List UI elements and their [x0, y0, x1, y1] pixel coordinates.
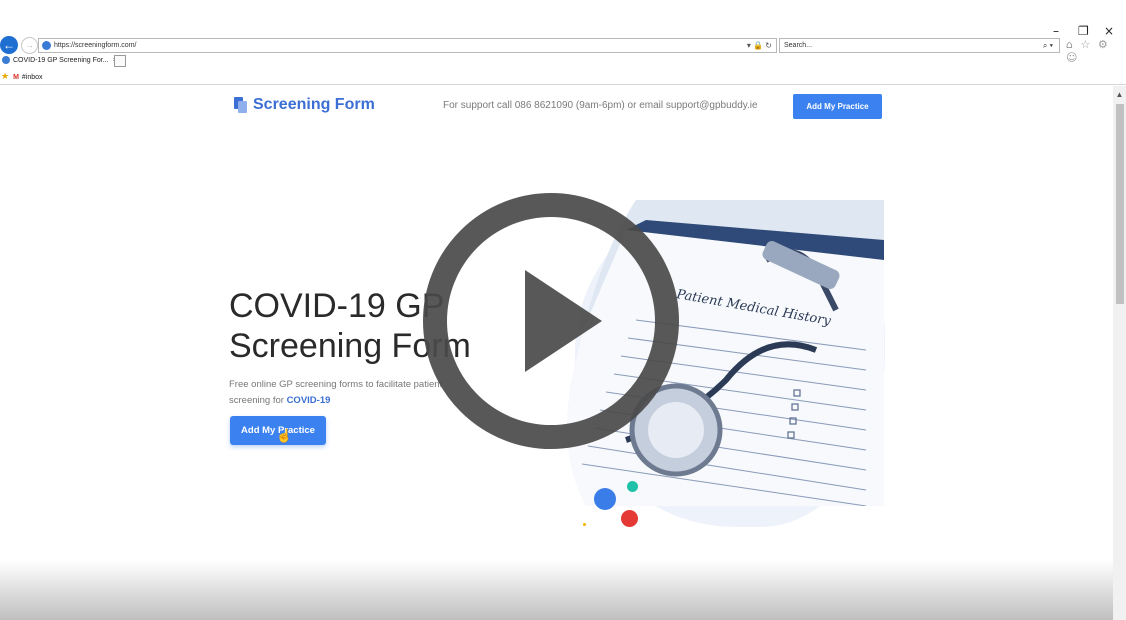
hand-cursor-icon: ☝ — [276, 428, 293, 443]
scroll-up-icon[interactable]: ▲ — [1113, 90, 1126, 99]
play-icon[interactable] — [422, 192, 680, 450]
decor-dot-teal — [627, 481, 638, 492]
forward-button[interactable]: → — [21, 37, 38, 54]
hero-subtitle-highlight: COVID-19 — [286, 395, 331, 406]
logo-icon[interactable] — [234, 97, 248, 113]
chrome-divider — [0, 84, 1126, 85]
tab-favicon-icon — [2, 56, 10, 65]
decor-dot-red — [621, 510, 638, 527]
gmail-icon: M — [13, 74, 19, 81]
address-bar[interactable]: https://screeningform.com/ ▾ 🔒 ↻ — [38, 38, 777, 53]
scrollbar-thumb[interactable] — [1116, 104, 1124, 304]
close-window-button[interactable]: × — [1104, 24, 1114, 38]
address-url: https://screeningform.com/ — [54, 42, 137, 49]
favorites-bar: ★ M #inbox — [0, 70, 43, 82]
favorites-item-inbox[interactable]: #inbox — [22, 74, 43, 81]
brand-logo-text[interactable]: Screening Form — [253, 96, 375, 114]
tab-title: COVID-19 GP Screening For... — [13, 57, 109, 64]
search-placeholder: Search... — [784, 42, 813, 49]
favorites-star-icon[interactable]: ★ — [1, 71, 9, 81]
site-favicon-icon — [42, 41, 51, 50]
add-my-practice-nav-button[interactable]: Add My Practice — [793, 94, 882, 119]
support-text: For support call 086 8621090 (9am-6pm) o… — [443, 100, 758, 111]
browser-tab[interactable]: COVID-19 GP Screening For... × — [0, 54, 117, 67]
minimize-button[interactable]: – — [1053, 24, 1059, 38]
hero-subtitle-part1: Free online GP screening forms to facili… — [229, 379, 443, 390]
new-tab-button[interactable] — [114, 55, 126, 67]
address-controls[interactable]: ▾ 🔒 ↻ — [747, 39, 772, 52]
back-button[interactable]: ← — [0, 36, 18, 54]
search-icon[interactable]: ⌕ ▾ — [1043, 39, 1053, 52]
search-input[interactable]: Search... ⌕ ▾ — [779, 38, 1060, 53]
hero-subtitle-part2: screening for — [229, 395, 284, 406]
restore-button[interactable]: ❐ — [1078, 24, 1089, 38]
decor-dot-blue — [594, 488, 616, 510]
bottom-fade — [0, 560, 1113, 620]
toolbar-icons[interactable]: ⌂ ☆ ⚙ ☺ — [1066, 38, 1126, 64]
decor-dot-yellow — [583, 523, 586, 526]
